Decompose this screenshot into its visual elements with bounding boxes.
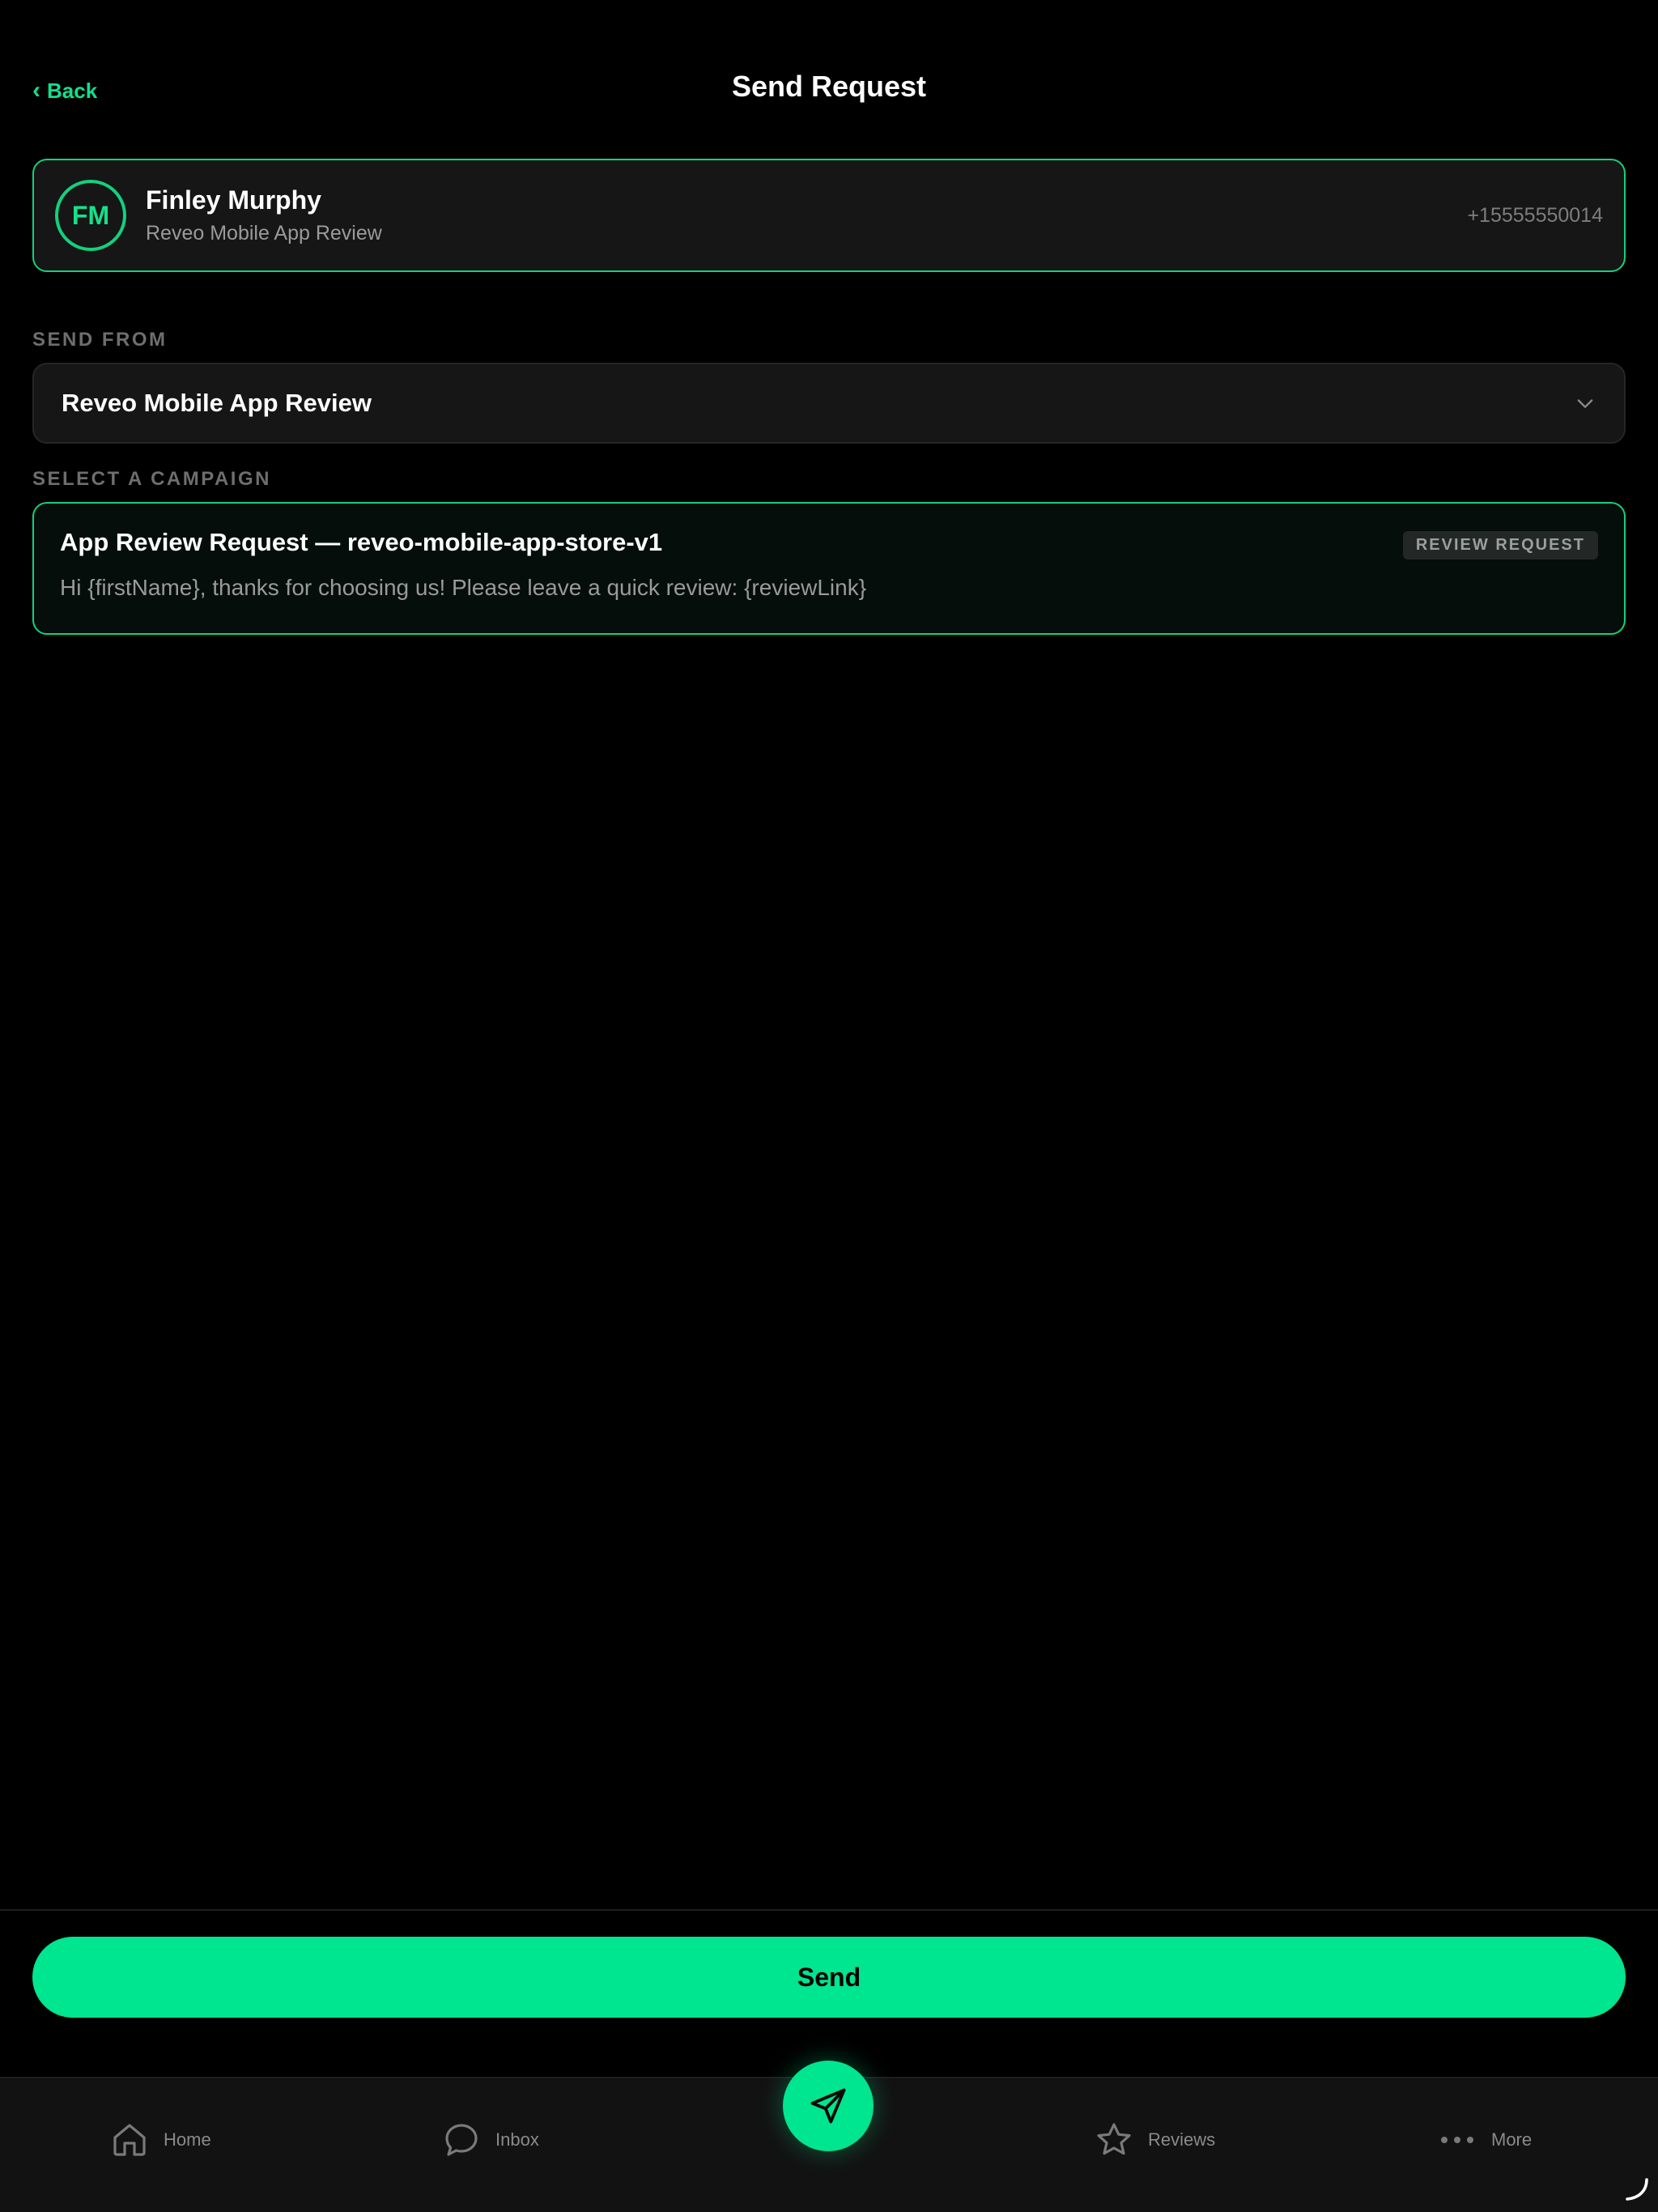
tab-home[interactable]: Home <box>110 2116 211 2164</box>
chevron-down-icon <box>1577 399 1593 408</box>
send-button[interactable]: Send <box>32 1937 1626 2018</box>
tab-label: Home <box>164 2129 211 2150</box>
recipient-card: FM Finley Murphy Reveo Mobile App Review… <box>32 159 1626 272</box>
tab-reviews[interactable]: Reviews <box>1095 2116 1215 2164</box>
send-request-fab[interactable] <box>783 2061 874 2151</box>
campaign-type-badge: REVIEW REQUEST <box>1402 531 1598 559</box>
recipient-phone: +15555550014 <box>1467 203 1603 227</box>
divider <box>0 1909 1658 1911</box>
send-from-value: Reveo Mobile App Review <box>62 389 372 417</box>
send-request-screen: ‹ Back Send Request FM Finley Murphy Rev… <box>0 0 1658 2212</box>
campaign-option[interactable]: App Review Request — reveo-mobile-app-st… <box>32 502 1626 635</box>
send-icon <box>810 2088 846 2124</box>
home-icon <box>113 2124 146 2156</box>
tab-label: More <box>1491 2129 1533 2150</box>
page-title: Send Request <box>731 70 927 103</box>
recipient-info: Finley Murphy Reveo Mobile App Review <box>146 185 382 245</box>
chat-bubble-icon <box>445 2124 478 2156</box>
tab-inbox[interactable]: Inbox <box>442 2116 539 2164</box>
campaign-section-label: SELECT A CAMPAIGN <box>32 468 271 490</box>
campaign-message: Hi {firstName}, thanks for choosing us! … <box>60 575 867 600</box>
star-icon <box>1097 2123 1131 2155</box>
recipient-subtitle: Reveo Mobile App Review <box>146 222 382 245</box>
tab-label: Inbox <box>495 2129 539 2150</box>
recipient-name: Finley Murphy <box>146 185 321 215</box>
more-dots-icon <box>1441 2137 1473 2143</box>
send-from-label: SEND FROM <box>32 329 168 351</box>
campaign-title: App Review Request — reveo-mobile-app-st… <box>60 528 663 556</box>
tab-more[interactable]: More <box>1438 2116 1532 2164</box>
tab-label: Reviews <box>1148 2129 1216 2150</box>
send-from-select[interactable]: Reveo Mobile App Review <box>32 363 1626 444</box>
avatar: FM <box>55 180 126 251</box>
resize-handle-icon <box>1626 2178 1648 2201</box>
